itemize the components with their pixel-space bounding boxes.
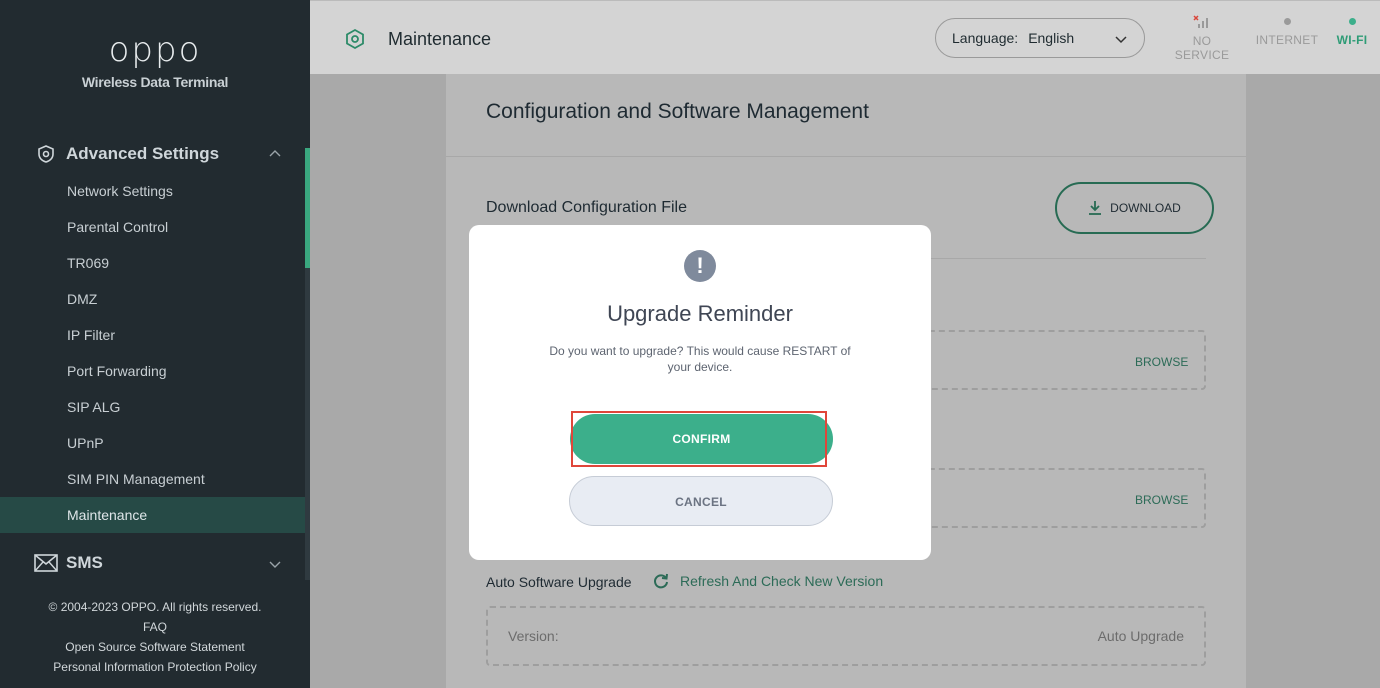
- divider: [446, 156, 1246, 157]
- status-wifi-label: WI-FI: [1336, 33, 1368, 47]
- dialog-message: Do you want to upgrade? This would cause…: [549, 344, 851, 374]
- copyright-text: © 2004-2023 OPPO. All rights reserved.: [48, 600, 262, 614]
- language-value: English: [1028, 30, 1075, 46]
- sidebar-item-port-forwarding[interactable]: Port Forwarding: [0, 353, 305, 389]
- refresh-label: Refresh And Check New Version: [680, 573, 884, 589]
- language-select[interactable]: Language: English: [935, 18, 1145, 58]
- sidebar: oppo Wireless Data Terminal Advanced Set…: [0, 0, 310, 688]
- privacy-policy-link[interactable]: Personal Information Protection Policy: [0, 657, 310, 677]
- sidebar-item-network-settings[interactable]: Network Settings: [0, 173, 305, 209]
- auto-upgrade-toggle-label[interactable]: Auto Upgrade: [1098, 628, 1184, 644]
- faq-link[interactable]: FAQ: [0, 617, 310, 637]
- sidebar-group-advanced-settings[interactable]: Advanced Settings: [36, 141, 286, 167]
- browse-button-firmware[interactable]: BROWSE: [1135, 493, 1188, 507]
- status-internet-label: INTERNET: [1255, 33, 1319, 47]
- brand-subtitle: Wireless Data Terminal: [81, 74, 229, 90]
- refresh-check-version-link[interactable]: Refresh And Check New Version: [652, 572, 883, 590]
- confirm-highlight-box: [571, 411, 827, 467]
- download-button-label: DOWNLOAD: [1110, 201, 1181, 215]
- dialog-title: Upgrade Reminder: [607, 301, 793, 326]
- language-label: Language:: [952, 30, 1019, 46]
- exclamation-icon: !: [684, 250, 716, 282]
- version-box: Version: Auto Upgrade: [486, 606, 1206, 666]
- version-label: Version:: [508, 628, 559, 644]
- sidebar-group-sms[interactable]: SMS: [34, 551, 284, 575]
- card-title: Configuration and Software Management: [486, 100, 869, 123]
- page-title: Maintenance: [388, 29, 492, 49]
- status-internet: INTERNET: [1255, 15, 1319, 47]
- status-no-service: NO SERVICE: [1164, 15, 1240, 62]
- download-config-label: Download Configuration File: [486, 199, 687, 216]
- sidebar-footer: © 2004-2023 OPPO. All rights reserved. F…: [0, 597, 310, 677]
- chevron-up-icon[interactable]: [268, 147, 282, 161]
- oppo-logo: oppo: [108, 30, 202, 70]
- download-icon: [1089, 201, 1102, 215]
- no-signal-icon: [1193, 15, 1208, 28]
- sidebar-sms-label: SMS: [66, 553, 103, 572]
- maintenance-icon: [346, 28, 364, 50]
- chevron-down-icon: [1115, 36, 1127, 44]
- settings-shield-icon: [38, 145, 54, 163]
- internet-status-dot: [1283, 18, 1291, 25]
- wifi-status-dot: [1348, 18, 1356, 25]
- status-no-service-label: NO SERVICE: [1174, 34, 1230, 62]
- sidebar-item-upnp[interactable]: UPnP: [0, 425, 305, 461]
- sidebar-item-dmz[interactable]: DMZ: [0, 281, 305, 317]
- sidebar-item-sim-pin-management[interactable]: SIM PIN Management: [0, 461, 305, 497]
- sidebar-item-parental-control[interactable]: Parental Control: [0, 209, 305, 245]
- download-button[interactable]: DOWNLOAD: [1055, 182, 1214, 234]
- sidebar-item-sip-alg[interactable]: SIP ALG: [0, 389, 305, 425]
- refresh-icon: [654, 573, 668, 589]
- auto-upgrade-label: Auto Software Upgrade: [486, 574, 632, 590]
- sidebar-group-label: Advanced Settings: [66, 144, 220, 163]
- chevron-down-icon[interactable]: [268, 557, 282, 571]
- top-header: Maintenance Language: English NO SERVICE…: [310, 0, 1380, 74]
- brand: oppo Wireless Data Terminal: [0, 30, 310, 90]
- cancel-button[interactable]: CANCEL: [569, 476, 833, 526]
- sidebar-item-maintenance[interactable]: Maintenance: [0, 497, 305, 533]
- sidebar-item-ip-filter[interactable]: IP Filter: [0, 317, 305, 353]
- status-wifi: WI-FI: [1334, 15, 1370, 47]
- envelope-icon: [34, 554, 58, 572]
- sidebar-item-tr069[interactable]: TR069: [0, 245, 305, 281]
- open-source-link[interactable]: Open Source Software Statement: [0, 637, 310, 657]
- browse-button-config[interactable]: BROWSE: [1135, 355, 1188, 369]
- upgrade-reminder-dialog: ! Upgrade Reminder Do you want to upgrad…: [469, 225, 931, 560]
